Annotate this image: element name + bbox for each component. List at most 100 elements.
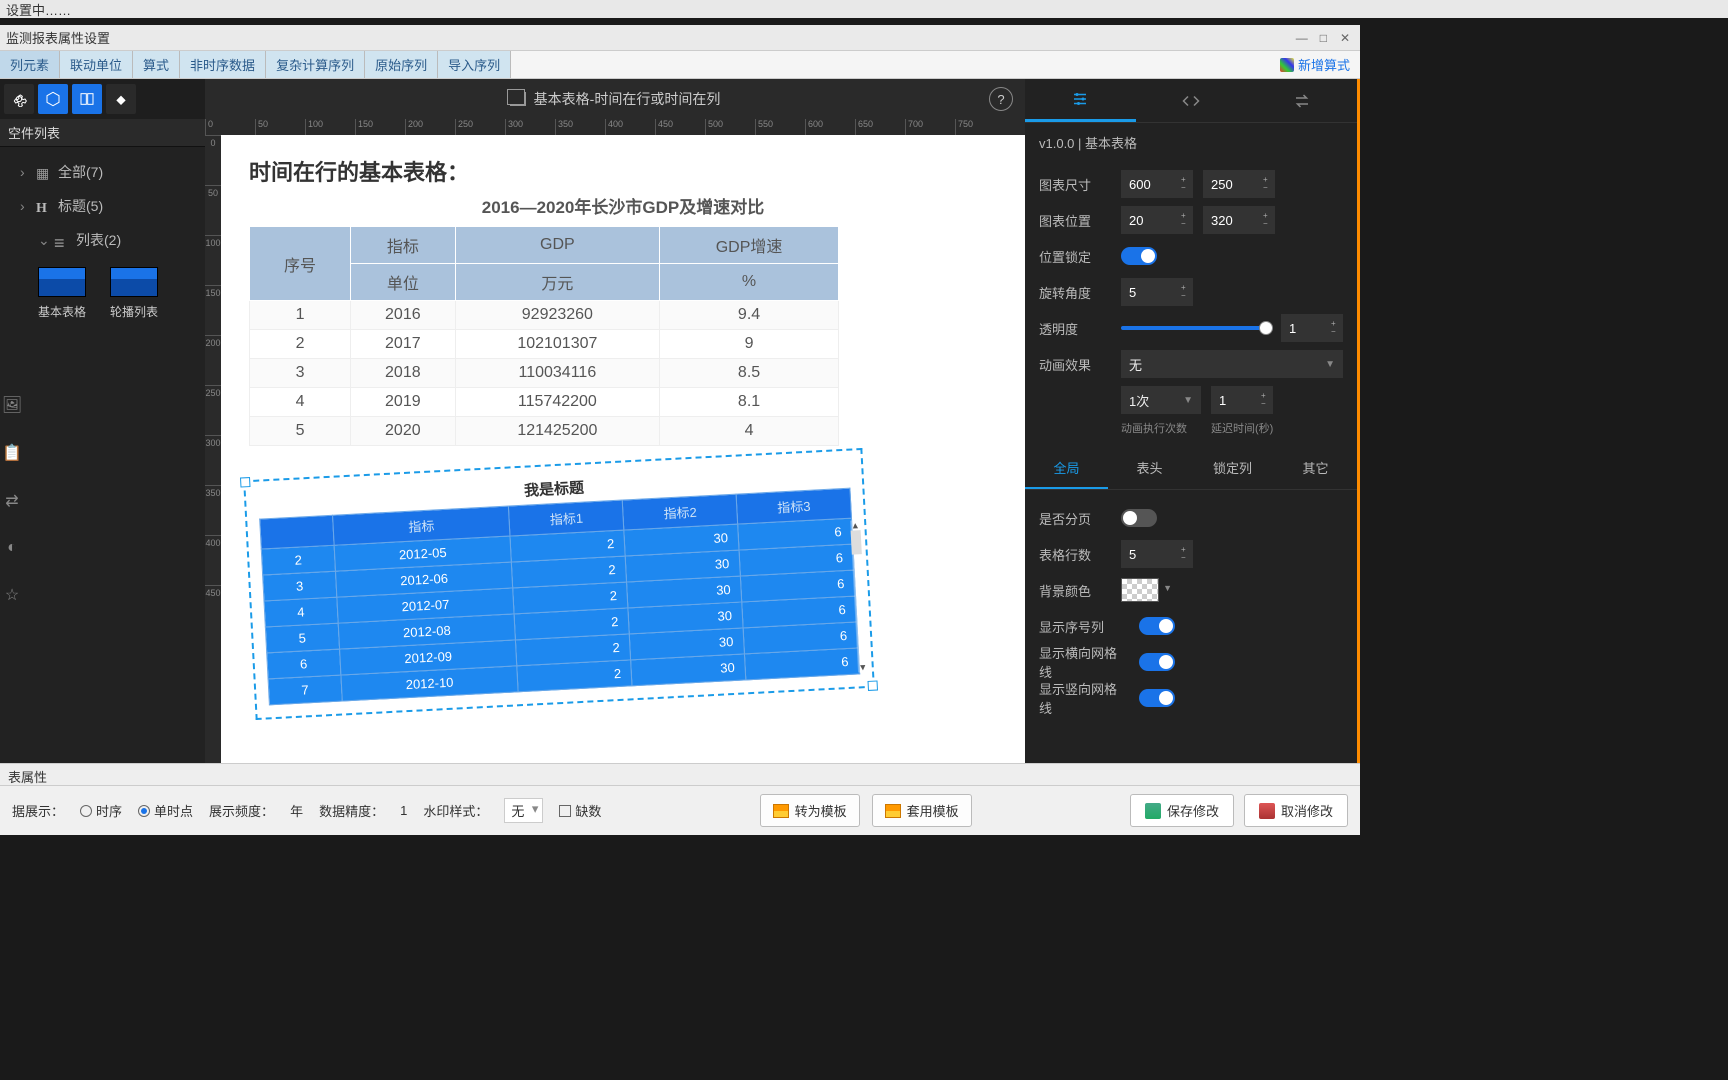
th: GDP增速: [660, 227, 839, 264]
tab-non-timeseries[interactable]: 非时序数据: [180, 51, 266, 78]
tree-all[interactable]: › 全部(7): [12, 155, 201, 189]
delay-input[interactable]: +−: [1211, 386, 1273, 414]
width-input[interactable]: +−: [1121, 170, 1193, 198]
rp-tab-settings[interactable]: [1025, 79, 1136, 122]
radio-icon: [80, 805, 92, 817]
prop-opacity: 透明度 +−: [1039, 310, 1343, 346]
chevron-down-icon: ⌄: [38, 232, 48, 249]
opacity-input[interactable]: +−: [1281, 314, 1343, 342]
prop-show-vgrid: 显示竖向网格线: [1039, 680, 1343, 716]
rows-input[interactable]: +−: [1121, 540, 1193, 568]
app-status-bar: 设置中……: [0, 0, 1728, 18]
tree-list-label: 列表(2): [76, 230, 121, 250]
animation-select[interactable]: 无▼: [1121, 350, 1343, 378]
anim-times-select[interactable]: 1次▼: [1121, 386, 1201, 414]
selected-widget[interactable]: 我是标题 指标 指标1 指标2 指标3 22012-052306 32012-0…: [243, 448, 875, 720]
help-button[interactable]: ?: [989, 87, 1013, 111]
show-vgrid-toggle[interactable]: [1139, 689, 1175, 707]
main-body: 空件列表 › 全部(7) › 标题(5) ⌄ 列表(2): [0, 79, 1360, 763]
chevron-right-icon: ›: [20, 164, 30, 180]
thumb-basic-table[interactable]: 基本表格: [38, 267, 86, 320]
canvas[interactable]: 时间在行的基本表格： 2016—2020年长沙市GDP及增速对比 序号 指标 G…: [221, 135, 1025, 763]
list-icon: [54, 233, 70, 247]
radio-sequence[interactable]: 时序: [80, 801, 122, 820]
lock-toggle[interactable]: [1121, 247, 1157, 265]
x-input[interactable]: +−: [1121, 206, 1193, 234]
tool-settings-icon[interactable]: [4, 84, 34, 114]
convert-template-button[interactable]: 转为模板: [760, 794, 860, 827]
cancel-button[interactable]: 取消修改: [1244, 794, 1348, 827]
table-row: 420191157422008.1: [250, 388, 839, 417]
subtab-global[interactable]: 全局: [1025, 448, 1108, 489]
bottom-center: 转为模板 套用模板: [760, 794, 972, 827]
widget-tree: › 全部(7) › 标题(5) ⌄ 列表(2) 基本表: [0, 147, 205, 328]
canvas-wrap: 050100150200250300350400450 时间在行的基本表格： 2…: [205, 135, 1025, 763]
tab-linked-unit[interactable]: 联动单位: [60, 51, 133, 78]
table-row: 220171021013079: [250, 330, 839, 359]
minimize-button[interactable]: —: [1293, 31, 1311, 45]
left-toolbar: [0, 79, 205, 119]
thumb-carousel-list[interactable]: 轮播列表: [110, 267, 158, 320]
tab-complex-series[interactable]: 复杂计算序列: [266, 51, 365, 78]
prop-lock: 位置锁定: [1039, 238, 1343, 274]
tab-raw-series[interactable]: 原始序列: [365, 51, 438, 78]
slider-knob[interactable]: [1259, 321, 1273, 335]
scroll-thumb[interactable]: [851, 530, 862, 554]
rp-tab-swap[interactable]: [1246, 79, 1357, 122]
clipboard-icon[interactable]: 📋: [2, 443, 22, 463]
tree-list[interactable]: ⌄ 列表(2): [12, 223, 201, 257]
swap-icon[interactable]: ⇄: [5, 491, 18, 511]
watermark-select[interactable]: 无: [504, 798, 543, 823]
checkbox-icon: [559, 805, 571, 817]
tool-cube-icon[interactable]: [38, 84, 68, 114]
radio-icon: [138, 805, 150, 817]
save-button[interactable]: 保存修改: [1130, 794, 1234, 827]
prop-animation: 动画效果 无▼: [1039, 346, 1343, 382]
opacity-slider[interactable]: [1121, 326, 1273, 330]
tab-column-element[interactable]: 列元素: [0, 51, 60, 78]
table-row: 12016929232609.4: [250, 301, 839, 330]
bottom-right: 保存修改 取消修改: [1130, 794, 1348, 827]
rp-subtabs: 全局 表头 锁定列 其它: [1025, 448, 1357, 490]
window-title: 监测报表属性设置: [6, 28, 110, 47]
tab-formula[interactable]: 算式: [133, 51, 180, 78]
maximize-button[interactable]: □: [1314, 31, 1332, 45]
close-button[interactable]: ✕: [1336, 31, 1354, 45]
scroll-up-icon[interactable]: ▲: [850, 520, 861, 531]
image-icon[interactable]: 🖼: [2, 395, 22, 415]
blue-table: 指标 指标1 指标2 指标3 22012-052306 32012-062306…: [259, 488, 860, 706]
rp-tab-code[interactable]: [1136, 79, 1247, 122]
status-text: 设置中……: [6, 0, 71, 19]
tree-title[interactable]: › 标题(5): [12, 189, 201, 223]
scroll-down-icon[interactable]: ▼: [858, 662, 869, 673]
y-input[interactable]: +−: [1203, 206, 1275, 234]
subtab-other[interactable]: 其它: [1274, 448, 1357, 489]
heading-icon: [36, 199, 52, 213]
subtab-locked-col[interactable]: 锁定列: [1191, 448, 1274, 489]
step-down-icon[interactable]: −: [1181, 184, 1191, 192]
apply-template-button[interactable]: 套用模板: [872, 794, 972, 827]
loading-icon[interactable]: ◐: [7, 539, 17, 557]
show-hgrid-toggle[interactable]: [1139, 653, 1175, 671]
prop-chart-size: 图表尺寸 +− +−: [1039, 166, 1343, 202]
title-bar: 监测报表属性设置 — □ ✕: [0, 25, 1360, 51]
new-formula-button[interactable]: 新增算式: [1270, 55, 1360, 74]
missing-checkbox[interactable]: 缺数: [559, 801, 601, 820]
freq-label: 展示频度：: [209, 801, 274, 820]
subtab-header[interactable]: 表头: [1108, 448, 1191, 489]
height-input[interactable]: +−: [1203, 170, 1275, 198]
rotate-input[interactable]: +−: [1121, 278, 1193, 306]
ruler-vertical: 050100150200250300350400450: [205, 135, 221, 763]
bg-color-picker[interactable]: [1121, 578, 1159, 602]
star-icon[interactable]: ☆: [5, 585, 19, 605]
th: 万元: [455, 264, 659, 301]
prop-show-hgrid: 显示横向网格线: [1039, 644, 1343, 680]
tree-title-label: 标题(5): [58, 196, 103, 216]
thumb-image: [38, 267, 86, 297]
radio-single-point[interactable]: 单时点: [138, 801, 193, 820]
show-index-toggle[interactable]: [1139, 617, 1175, 635]
paginate-toggle[interactable]: [1121, 509, 1157, 527]
tool-split-icon[interactable]: [72, 84, 102, 114]
tab-import-series[interactable]: 导入序列: [438, 51, 511, 78]
tool-fill-icon[interactable]: [106, 84, 136, 114]
